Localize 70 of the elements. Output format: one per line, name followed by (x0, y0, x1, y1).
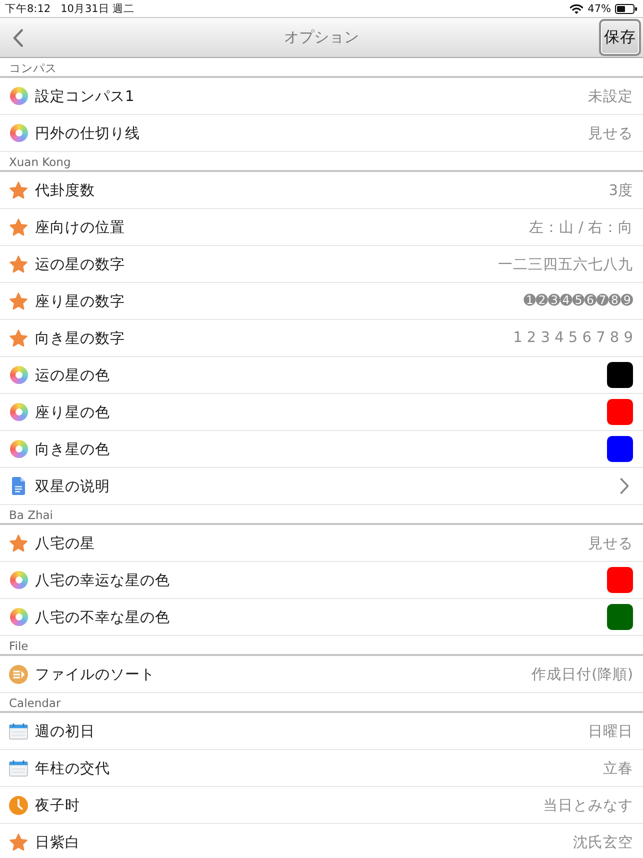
back-chevron-icon (13, 28, 23, 46)
section-header: File (9, 639, 28, 653)
setting-value: 立春 (603, 760, 633, 778)
color-swatch-icon[interactable] (607, 362, 633, 388)
setting-label: 八宅の幸运な星の色 (35, 572, 170, 590)
setting-label: 夜子时 (35, 796, 80, 814)
setting-value: 沈氏玄空 (573, 834, 633, 852)
section-header: Ba Zhai (9, 508, 54, 522)
document-icon (12, 477, 25, 495)
star-icon (9, 534, 28, 552)
setting-label: 座り星の色 (35, 404, 110, 422)
star-icon (9, 328, 28, 348)
setting-value: 左：山 / 右：向 (528, 218, 633, 236)
color-wheel-icon (10, 608, 28, 626)
color-wheel-icon (10, 571, 28, 589)
setting-label: 年柱の交代 (35, 760, 110, 778)
section-header: コンパス (9, 61, 57, 75)
setting-value: 3度 (608, 182, 633, 200)
setting-value: ➊➋➌➍➎➏➐➑➒ (524, 293, 633, 309)
setting-value: 作成日付(降順) (532, 666, 633, 684)
setting-label: 向き星の数字 (35, 330, 125, 348)
star-icon (9, 832, 28, 852)
chevron-right-icon (620, 478, 629, 494)
color-swatch-icon[interactable] (607, 604, 633, 630)
setting-value: 日曜日 (588, 722, 633, 740)
setting-label: 双星の说明 (35, 478, 110, 496)
setting-value: 一二三四五六七八九 (498, 256, 633, 274)
setting-label: 向き星の色 (35, 440, 110, 458)
section-header: Calendar (9, 696, 61, 710)
setting-label: 代卦度数 (35, 182, 95, 200)
color-swatch-icon[interactable] (607, 399, 633, 425)
setting-label: 八宅の星 (35, 534, 95, 552)
setting-value: 1 2 3 4 5 6 7 8 9 (513, 330, 633, 346)
setting-label: 座向けの位置 (35, 218, 125, 236)
star-icon (9, 218, 28, 236)
battery-icon (615, 4, 637, 14)
setting-value: 見せる (588, 124, 633, 142)
setting-value: 未設定 (588, 88, 633, 106)
setting-label: 八宅の不幸な星の色 (35, 608, 170, 626)
battery-percent: 47% (588, 2, 611, 14)
calendar-icon (9, 760, 28, 776)
section-header: Xuan Kong (9, 155, 71, 169)
setting-label: 运の星の数字 (35, 256, 125, 274)
color-wheel-icon (10, 366, 28, 384)
color-swatch-icon[interactable] (607, 567, 633, 593)
setting-label: 日紫白 (35, 834, 80, 852)
setting-label: 週の初日 (35, 722, 95, 740)
setting-label: 座り星の数字 (35, 292, 125, 310)
list-icon (9, 664, 28, 684)
setting-label: 运の星の色 (35, 366, 110, 384)
star-icon (9, 180, 28, 200)
color-wheel-icon (10, 440, 28, 458)
status-date: 10月31日 週二 (60, 2, 135, 16)
setting-value: 当日とみなす (543, 796, 633, 814)
setting-label: 円外の仕切り线 (35, 124, 140, 142)
status-time: 下午8:12 (5, 2, 51, 16)
star-icon (9, 254, 28, 274)
clock-icon (9, 796, 28, 814)
color-wheel-icon (10, 87, 28, 105)
color-wheel-icon (10, 124, 28, 142)
setting-value: 見せる (588, 534, 633, 552)
color-swatch-icon[interactable] (607, 436, 633, 462)
save-button[interactable]: 保存 (599, 19, 641, 56)
color-wheel-icon (10, 403, 28, 421)
setting-label: 設定コンパス1 (35, 88, 134, 106)
nav-title: オプション (284, 28, 359, 47)
star-icon (9, 292, 28, 310)
calendar-icon (9, 722, 28, 740)
wifi-icon (570, 4, 583, 14)
setting-label: ファイルのソート (35, 666, 155, 684)
